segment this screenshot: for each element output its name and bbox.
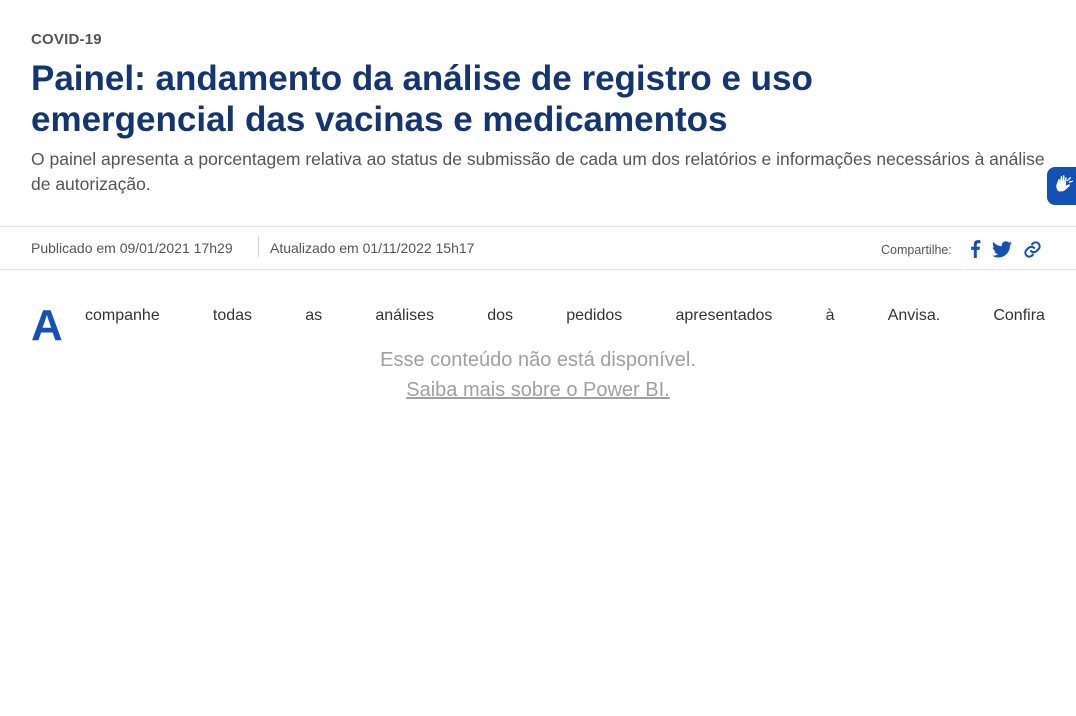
body-word: Confira bbox=[993, 307, 1045, 324]
link-icon[interactable] bbox=[1022, 239, 1042, 259]
body-first-line: companhe todas as análises dos pedidos a… bbox=[85, 307, 1045, 325]
vlibras-accessibility-button[interactable] bbox=[1047, 167, 1076, 205]
body-word: Anvisa. bbox=[887, 307, 941, 324]
category-label[interactable]: COVID-19 bbox=[31, 31, 102, 48]
twitter-icon[interactable] bbox=[992, 239, 1012, 259]
powerbi-embed-placeholder: Esse conteúdo não está disponível. Saiba… bbox=[0, 345, 1076, 405]
body-word: dos bbox=[487, 307, 514, 324]
page-title: Painel: andamento da análise de registro… bbox=[31, 59, 813, 139]
body-word: as bbox=[305, 307, 323, 324]
body-word: pedidos bbox=[566, 307, 623, 324]
published-date: Publicado em 09/01/2021 17h29 bbox=[31, 240, 233, 256]
body-word: apresentados bbox=[675, 307, 773, 324]
embed-unavailable-message: Esse conteúdo não está disponível. bbox=[380, 349, 696, 371]
body-word: companhe bbox=[85, 307, 160, 324]
page: COVID-19 Painel: andamento da análise de… bbox=[0, 0, 1076, 716]
body-word: à bbox=[825, 307, 835, 324]
header-divider-top bbox=[0, 226, 1076, 227]
body-word: análises bbox=[375, 307, 435, 324]
page-subtitle: O painel apresenta a porcentagem relativ… bbox=[31, 149, 1045, 194]
vlibras-hands-icon bbox=[1053, 173, 1075, 200]
meta-separator bbox=[258, 236, 259, 257]
powerbi-learn-more-link[interactable]: Saiba mais sobre o Power BI. bbox=[406, 379, 669, 401]
body-word: todas bbox=[212, 307, 253, 324]
header-divider-bottom bbox=[0, 269, 1076, 270]
dropcap-letter: A bbox=[31, 301, 63, 350]
updated-date: Atualizado em 01/11/2022 15h17 bbox=[270, 240, 475, 256]
share-label: Compartilhe: bbox=[881, 243, 952, 257]
facebook-icon[interactable] bbox=[965, 239, 985, 259]
